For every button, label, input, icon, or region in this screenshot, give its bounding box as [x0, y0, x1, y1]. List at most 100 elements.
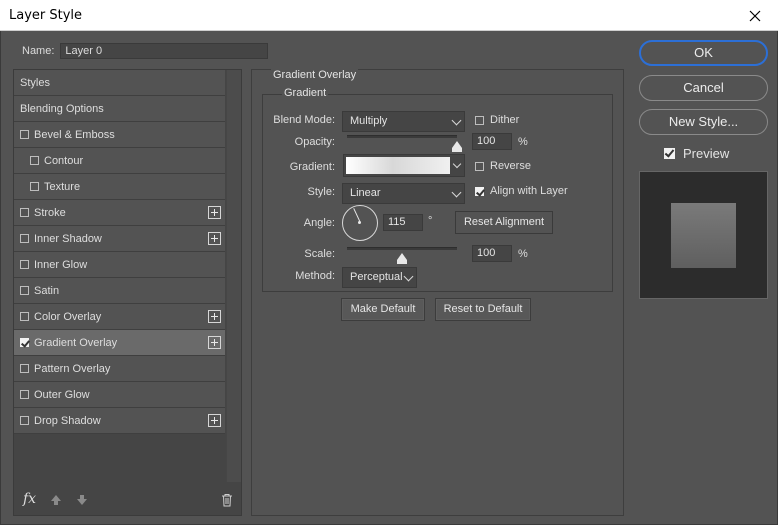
align-with-layer-box: [475, 186, 484, 196]
scale-slider-thumb[interactable]: [397, 253, 407, 264]
gradient-picker[interactable]: [343, 154, 465, 177]
style-item-label: Bevel & Emboss: [34, 128, 115, 141]
move-down-icon[interactable]: [76, 494, 88, 506]
style-checkbox[interactable]: [20, 208, 29, 217]
style-checkbox[interactable]: [30, 182, 39, 191]
layer-style-dialog: Name: Layer 0 Styles Blending Options Beve…: [0, 31, 778, 525]
style-checkbox[interactable]: [20, 130, 29, 139]
style-item-texture[interactable]: Texture: [14, 174, 225, 200]
style-item-bevel-and-emboss[interactable]: Bevel & Emboss: [14, 122, 225, 148]
preview-checkbox[interactable]: Preview: [664, 146, 729, 161]
preview-swatch: [671, 203, 736, 268]
window-title: Layer Style: [9, 8, 83, 23]
gradient-label: Gradient:: [289, 161, 335, 173]
style-item-label: Outer Glow: [34, 388, 90, 401]
style-checkbox[interactable]: [20, 260, 29, 269]
style-item-label: Satin: [34, 284, 60, 297]
new-style-button[interactable]: New Style...: [639, 109, 768, 135]
scale-slider[interactable]: [347, 247, 457, 250]
angle-input[interactable]: 115: [383, 214, 423, 231]
close-icon[interactable]: [732, 0, 778, 31]
style-item-label: Pattern Overlay: [34, 362, 111, 375]
dither-box: [475, 115, 484, 125]
blend-mode-label: Blend Mode:: [273, 114, 335, 126]
make-default-button[interactable]: Make Default: [341, 298, 425, 321]
style-checkbox[interactable]: [20, 338, 29, 347]
opacity-unit: %: [518, 136, 528, 148]
add-effect-icon[interactable]: [208, 310, 221, 323]
dither-label: Dither: [490, 114, 520, 126]
chevron-down-icon: [403, 271, 414, 282]
add-effect-icon[interactable]: [208, 206, 221, 219]
name-row: Name: Layer 0: [22, 43, 269, 59]
styles-panel-footer: fx: [14, 482, 241, 515]
style-item-label: Drop Shadow: [34, 414, 101, 427]
preview-thumbnail: [639, 171, 768, 299]
align-with-layer-checkbox[interactable]: Align with Layer: [475, 185, 568, 197]
style-item-satin[interactable]: Satin: [14, 278, 225, 304]
style-item-gradient-overlay[interactable]: Gradient Overlay: [14, 330, 225, 356]
style-item-label: Gradient Overlay: [34, 336, 118, 349]
style-checkbox[interactable]: [20, 234, 29, 243]
style-item-pattern-overlay[interactable]: Pattern Overlay: [14, 356, 225, 382]
style-select[interactable]: Linear: [342, 183, 465, 204]
title-bar: Layer Style: [0, 0, 778, 31]
angle-dial[interactable]: [342, 205, 378, 241]
opacity-input[interactable]: 100: [472, 133, 512, 150]
cancel-button[interactable]: Cancel: [639, 75, 768, 101]
reset-alignment-button[interactable]: Reset Alignment: [455, 211, 553, 234]
style-checkbox[interactable]: [20, 312, 29, 321]
dither-checkbox[interactable]: Dither: [475, 114, 519, 126]
style-item-stroke[interactable]: Stroke: [14, 200, 225, 226]
reverse-checkbox[interactable]: Reverse: [475, 160, 531, 172]
add-effect-icon[interactable]: [208, 232, 221, 245]
style-item-color-overlay[interactable]: Color Overlay: [14, 304, 225, 330]
style-value: Linear: [350, 187, 381, 199]
style-label: Style:: [307, 186, 335, 198]
blend-mode-select[interactable]: Multiply: [342, 111, 465, 132]
angle-label: Angle:: [303, 217, 335, 229]
chevron-down-icon: [451, 115, 462, 126]
style-item-label: Texture: [44, 180, 81, 193]
method-label: Method:: [295, 270, 335, 282]
style-checkbox[interactable]: [20, 390, 29, 399]
fx-button[interactable]: fx: [23, 491, 36, 507]
opacity-slider-thumb[interactable]: [452, 141, 462, 152]
ok-button[interactable]: OK: [639, 40, 768, 66]
opacity-slider[interactable]: [347, 135, 457, 138]
style-checkbox[interactable]: [20, 416, 29, 425]
add-effect-icon[interactable]: [208, 414, 221, 427]
style-item-drop-shadow[interactable]: Drop Shadow: [14, 408, 225, 434]
name-field[interactable]: Layer 0: [60, 43, 269, 59]
scale-unit: %: [518, 248, 528, 260]
method-select[interactable]: Perceptual: [342, 267, 417, 288]
section-title: Gradient Overlay: [271, 69, 359, 81]
style-checkbox[interactable]: [20, 364, 29, 373]
style-item-styles[interactable]: Styles: [14, 70, 225, 96]
reset-to-default-button[interactable]: Reset to Default: [435, 298, 531, 321]
chevron-down-icon[interactable]: [452, 159, 462, 169]
reverse-label: Reverse: [490, 160, 531, 172]
style-item-outer-glow[interactable]: Outer Glow: [14, 382, 225, 408]
style-item-inner-shadow[interactable]: Inner Shadow: [14, 226, 225, 252]
style-item-contour[interactable]: Contour: [14, 148, 225, 174]
style-item-label: Contour: [44, 154, 84, 167]
style-checkbox[interactable]: [20, 286, 29, 295]
style-item-inner-glow[interactable]: Inner Glow: [14, 252, 225, 278]
add-effect-icon[interactable]: [208, 336, 221, 349]
style-item-blending-options[interactable]: Blending Options: [14, 96, 225, 122]
gradient-preview[interactable]: [346, 157, 450, 174]
preview-label: Preview: [683, 146, 730, 161]
scale-input[interactable]: 100: [472, 245, 512, 262]
gradient-group-box: Gradient Blend Mode: Multiply Dither Opa…: [262, 87, 613, 292]
method-value: Perceptual: [350, 271, 403, 283]
style-item-label: Color Overlay: [34, 310, 102, 323]
styles-panel: Styles Blending Options Bevel & Emboss Cont…: [13, 69, 242, 516]
style-checkbox[interactable]: [30, 156, 39, 165]
styles-list: Styles Blending Options Bevel & Emboss Cont…: [14, 70, 225, 434]
style-item-label: Blending Options: [20, 102, 104, 115]
move-up-icon[interactable]: [50, 494, 62, 506]
style-item-label: Inner Shadow: [34, 232, 102, 245]
trash-icon[interactable]: [221, 493, 233, 507]
styles-scrollbar[interactable]: [226, 70, 241, 482]
